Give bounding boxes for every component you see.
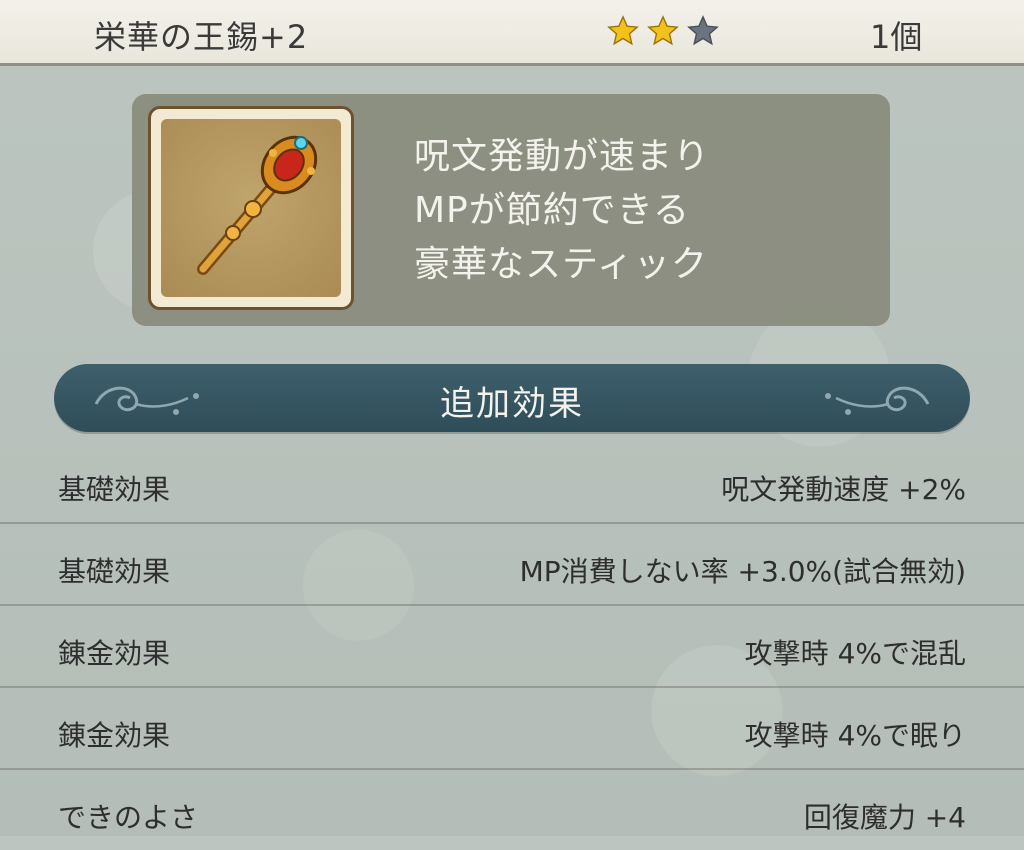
effects-list: 基礎効果 呪文発動速度 +2% 基礎効果 MP消費しない率 +3.0%(試合無効… (0, 442, 1024, 850)
effect-label: 錬金効果 (58, 719, 171, 752)
item-header: 栄華の王錫+2 1個 (0, 0, 1024, 66)
effect-label: 錬金効果 (58, 637, 171, 670)
effect-label: 基礎効果 (58, 473, 171, 506)
effect-row: 基礎効果 MP消費しない率 +3.0%(試合無効) (0, 524, 1024, 606)
effect-value: 攻撃時 4%で混乱 (744, 637, 966, 670)
item-icon-frame (148, 106, 354, 310)
effect-value: 回復魔力 +4 (803, 801, 966, 834)
effect-label: 基礎効果 (58, 555, 171, 588)
description-line: MPが節約できる (414, 190, 691, 231)
item-description: 呪文発動が速まり MPが節約できる 豪華なスティック (414, 130, 710, 292)
effect-value: MP消費しない率 +3.0%(試合無効) (519, 555, 966, 588)
star-filled-icon (647, 15, 679, 46)
star-empty-icon (687, 15, 719, 46)
section-banner: 追加効果 (54, 364, 970, 432)
description-line: 豪華なスティック (414, 244, 708, 285)
item-name: 栄華の王錫+2 (94, 18, 309, 56)
flourish-ornament-icon (825, 386, 930, 415)
effect-value: 攻撃時 4%で眠り (744, 719, 966, 752)
rating-stars (606, 14, 720, 48)
star-filled-icon (607, 15, 639, 46)
effect-row: 基礎効果 呪文発動速度 +2% (0, 442, 1024, 524)
effect-value: 呪文発動速度 +2% (721, 473, 966, 506)
scepter-icon (197, 135, 318, 275)
description-line: 呪文発動が速まり (414, 136, 711, 177)
effect-row: 錬金効果 攻撃時 4%で混乱 (0, 606, 1024, 688)
effect-row: できのよさ 回復魔力 +4 (0, 770, 1024, 850)
effect-row: 錬金効果 攻撃時 4%で眠り (0, 688, 1024, 770)
item-quantity: 1個 (870, 18, 923, 56)
effect-label: できのよさ (58, 801, 199, 834)
